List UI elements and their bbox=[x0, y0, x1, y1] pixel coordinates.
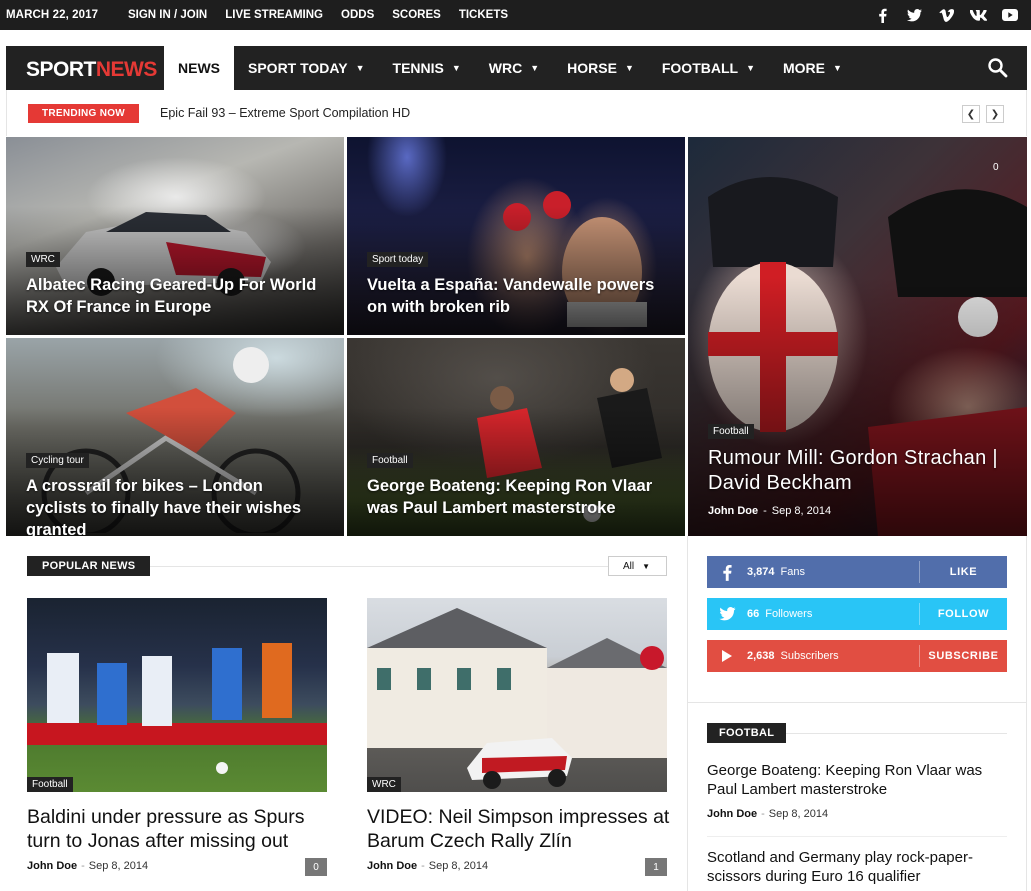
nav-item-football[interactable]: FOOTBALL ▼ bbox=[648, 46, 769, 90]
featured-title[interactable]: A crossrail for bikes – London cyclists … bbox=[26, 475, 326, 536]
trending-bar: TRENDING NOW Epic Fail 93 – Extreme Spor… bbox=[6, 90, 1027, 136]
sidebar-article-title[interactable]: Scotland and Germany play rock-paper-sci… bbox=[707, 849, 1007, 886]
comment-count[interactable]: 0 bbox=[305, 858, 327, 876]
vimeo-icon[interactable] bbox=[937, 6, 955, 24]
chevron-down-icon: ▼ bbox=[642, 561, 651, 571]
football-block-heading: FOOTBAL bbox=[707, 723, 787, 743]
featured-title[interactable]: George Boateng: Keeping Ron Vlaar was Pa… bbox=[367, 475, 667, 519]
article-image[interactable]: Football bbox=[27, 598, 327, 792]
article-meta: John Doe - Sep 8, 2014 bbox=[27, 860, 149, 872]
post-date: Sep 8, 2014 bbox=[88, 860, 149, 872]
post-date: Sep 8, 2014 bbox=[771, 505, 832, 517]
live-streaming-link[interactable]: LIVE STREAMING bbox=[225, 9, 323, 21]
trending-nav: ❮ ❯ bbox=[962, 105, 1004, 123]
twitter-icon[interactable] bbox=[905, 6, 923, 24]
featured-tile[interactable]: Sport today Vuelta a España: Vandewalle … bbox=[347, 137, 685, 335]
youtube-icon bbox=[707, 649, 747, 663]
comment-count[interactable]: 0 bbox=[993, 162, 999, 173]
article-title[interactable]: VIDEO: Neil Simpson impresses at Barum C… bbox=[367, 805, 677, 853]
article-image[interactable]: WRC bbox=[367, 598, 667, 792]
chevron-down-icon: ▼ bbox=[833, 63, 842, 73]
nav-item-more[interactable]: MORE ▼ bbox=[769, 46, 856, 90]
category-badge[interactable]: Football bbox=[367, 453, 413, 468]
featured-tile[interactable]: Cycling tour A crossrail for bikes – Lon… bbox=[6, 338, 344, 536]
category-badge[interactable]: WRC bbox=[367, 777, 401, 792]
category-badge[interactable]: Football bbox=[708, 424, 754, 439]
chevron-down-icon: ▼ bbox=[746, 63, 755, 73]
post-date: Sep 8, 2014 bbox=[768, 808, 829, 820]
trending-headline[interactable]: Epic Fail 93 – Extreme Sport Compilation… bbox=[160, 106, 410, 120]
featured-title[interactable]: Vuelta a España: Vandewalle powers on wi… bbox=[367, 274, 667, 318]
post-date: Sep 8, 2014 bbox=[428, 860, 489, 872]
top-bar: MARCH 22, 2017 SIGN IN / JOIN LIVE STREA… bbox=[0, 0, 1031, 30]
like-button[interactable]: LIKE bbox=[919, 561, 1007, 583]
author-name[interactable]: John Doe bbox=[27, 860, 77, 872]
chevron-down-icon: ▼ bbox=[355, 63, 365, 73]
sidebar-article-meta: John Doe - Sep 8, 2014 bbox=[707, 808, 829, 820]
nav-item-wrc[interactable]: WRC ▼ bbox=[475, 46, 553, 90]
sign-in-link[interactable]: SIGN IN / JOIN bbox=[128, 9, 207, 21]
chevron-down-icon: ▼ bbox=[530, 63, 540, 73]
author-name[interactable]: John Doe bbox=[708, 505, 758, 517]
odds-link[interactable]: ODDS bbox=[341, 9, 374, 21]
chevron-left-icon[interactable]: ❮ bbox=[962, 105, 980, 123]
article-meta: John Doe - Sep 8, 2014 bbox=[367, 860, 489, 872]
article-title[interactable]: Baldini under pressure as Spurs turn to … bbox=[27, 805, 337, 853]
chevron-down-icon: ▼ bbox=[451, 63, 461, 73]
youtube-counter[interactable]: 2,638 Subscribers SUBSCRIBE bbox=[707, 640, 1007, 672]
popular-news-heading: POPULAR NEWS bbox=[27, 556, 151, 576]
main-nav: SPORTNEWS NEWS SPORT TODAY ▼ TENNIS ▼ WRC ▼… bbox=[6, 46, 1027, 90]
nav-menu: NEWS SPORT TODAY ▼ TENNIS ▼ WRC ▼ HORSE ▼ FO… bbox=[164, 46, 856, 90]
current-date: MARCH 22, 2017 bbox=[6, 9, 99, 21]
soccer-graphic bbox=[27, 643, 327, 774]
featured-title[interactable]: Albatec Racing Geared-Up For World RX Of… bbox=[26, 274, 326, 318]
category-badge[interactable]: Football bbox=[27, 777, 73, 792]
follow-button[interactable]: FOLLOW bbox=[919, 603, 1007, 625]
author-name[interactable]: John Doe bbox=[707, 808, 757, 820]
twitter-icon bbox=[707, 607, 747, 621]
category-badge[interactable]: Cycling tour bbox=[26, 453, 89, 468]
category-badge[interactable]: Sport today bbox=[367, 252, 429, 267]
featured-tile[interactable]: WRC Albatec Racing Geared-Up For World R… bbox=[6, 137, 344, 335]
scores-link[interactable]: SCORES bbox=[392, 9, 441, 21]
facebook-icon bbox=[707, 564, 747, 581]
comment-count[interactable]: 1 bbox=[645, 858, 667, 876]
popular-filter-select[interactable]: All ▼ bbox=[608, 556, 667, 576]
nav-item-news[interactable]: NEWS bbox=[164, 46, 234, 90]
featured-tile[interactable]: Football George Boateng: Keeping Ron Vla… bbox=[347, 338, 685, 536]
nav-item-tennis[interactable]: TENNIS ▼ bbox=[379, 46, 475, 90]
chevron-right-icon[interactable]: ❯ bbox=[986, 105, 1004, 123]
author-name[interactable]: John Doe bbox=[367, 860, 417, 872]
chevron-down-icon: ▼ bbox=[624, 63, 634, 73]
twitter-counter[interactable]: 66 Followers FOLLOW bbox=[707, 598, 1007, 630]
subscribe-button[interactable]: SUBSCRIBE bbox=[919, 645, 1007, 667]
vk-icon[interactable] bbox=[969, 6, 987, 24]
facebook-icon[interactable] bbox=[873, 6, 891, 24]
featured-title[interactable]: Rumour Mill: Gordon Strachan | David Bec… bbox=[708, 446, 1008, 496]
rally-graphic bbox=[367, 608, 667, 789]
site-logo[interactable]: SPORTNEWS bbox=[26, 58, 157, 82]
trending-label: TRENDING NOW bbox=[28, 104, 140, 123]
featured-meta: John Doe - Sep 8, 2014 bbox=[708, 505, 832, 517]
sidebar-article-title[interactable]: George Boateng: Keeping Ron Vlaar was Pa… bbox=[707, 762, 1007, 799]
search-icon[interactable] bbox=[987, 57, 1009, 79]
youtube-icon[interactable] bbox=[1001, 6, 1019, 24]
top-social-icons bbox=[873, 6, 1019, 24]
tickets-link[interactable]: TICKETS bbox=[459, 9, 508, 21]
category-badge[interactable]: WRC bbox=[26, 252, 60, 267]
facebook-counter[interactable]: 3,874 Fans LIKE bbox=[707, 556, 1007, 588]
top-links: SIGN IN / JOIN LIVE STREAMING ODDS SCORE… bbox=[128, 9, 526, 21]
nav-item-sport-today[interactable]: SPORT TODAY ▼ bbox=[234, 46, 379, 90]
featured-tile-large[interactable]: 0 Football Rumour Mill: Gordon Strachan … bbox=[688, 137, 1027, 536]
nav-item-horse[interactable]: HORSE ▼ bbox=[553, 46, 648, 90]
